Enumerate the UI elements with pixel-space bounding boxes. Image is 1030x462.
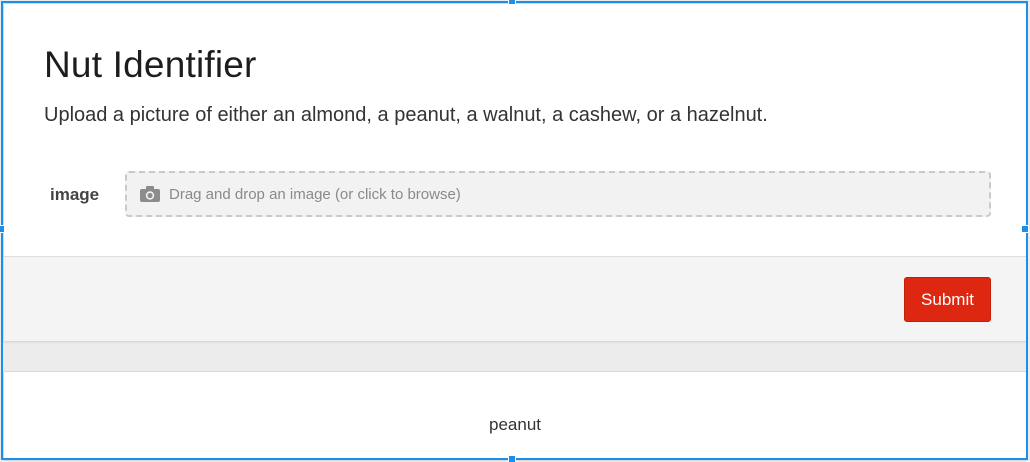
result-card: peanut xyxy=(3,371,1027,461)
page-description: Upload a picture of either an almond, a … xyxy=(44,104,768,126)
input-card: Nut Identifier Upload a picture of eithe… xyxy=(3,3,1027,342)
resize-handle-left[interactable] xyxy=(0,225,5,233)
dropzone-placeholder: Drag and drop an image (or click to brow… xyxy=(169,185,461,203)
app-canvas: Nut Identifier Upload a picture of eithe… xyxy=(0,0,1030,462)
submit-button[interactable]: Submit xyxy=(904,277,991,322)
resize-handle-top[interactable] xyxy=(508,0,516,5)
image-dropzone[interactable]: Drag and drop an image (or click to brow… xyxy=(125,171,991,217)
actions-bar: Submit xyxy=(4,256,1026,341)
image-field-label: image xyxy=(50,185,100,204)
page-title: Nut Identifier xyxy=(44,44,257,85)
camera-icon xyxy=(139,185,161,203)
resize-handle-right[interactable] xyxy=(1021,225,1029,233)
resize-handle-bottom[interactable] xyxy=(508,455,516,462)
prediction-result: peanut xyxy=(489,415,541,434)
